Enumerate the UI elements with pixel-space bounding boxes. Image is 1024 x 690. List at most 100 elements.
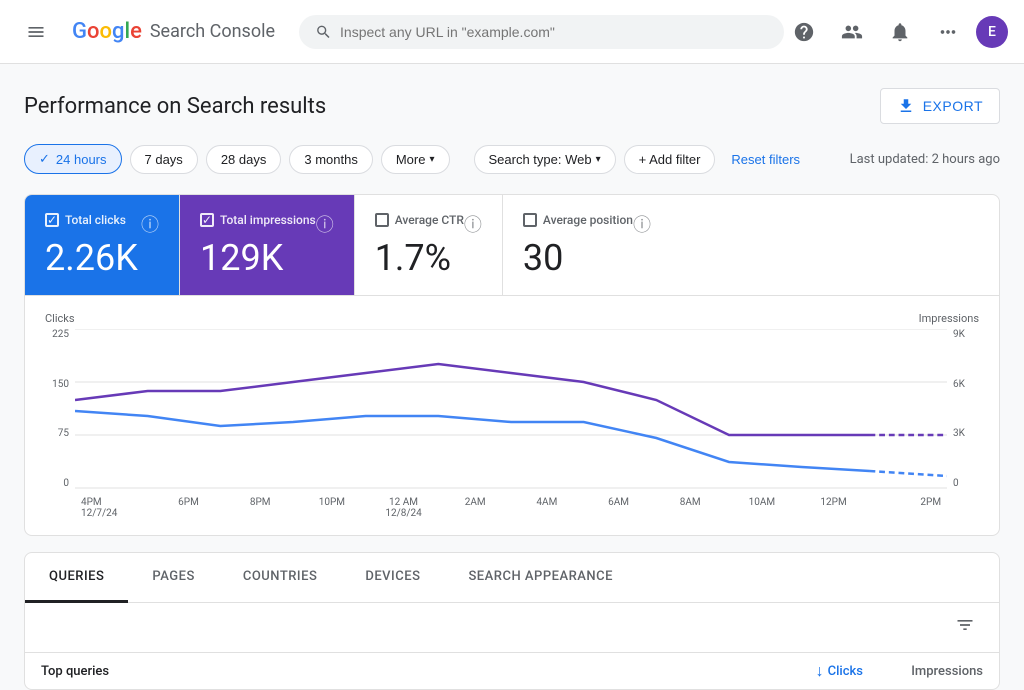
tabs-row: QUERIES PAGES COUNTRIES DEVICES SEARCH A… <box>25 553 999 603</box>
table-toolbar <box>25 603 999 653</box>
tab-search-appearance[interactable]: SEARCH APPEARANCE <box>444 553 637 603</box>
search-input[interactable] <box>340 24 768 40</box>
y-axis-right-ticks: 9K 6K 3K 0 <box>947 329 979 489</box>
col-header-queries: Top queries <box>41 664 743 679</box>
reset-label: Reset filters <box>731 152 800 167</box>
tab-devices[interactable]: DEVICES <box>341 553 444 603</box>
header: Google Search Console <box>0 0 1024 64</box>
page-title-row: Performance on Search results EXPORT <box>24 88 1000 124</box>
x-label-10pm: 10PM <box>296 497 368 519</box>
impressions-checkbox[interactable]: ✓ <box>200 213 214 227</box>
table-filter-icon[interactable] <box>947 611 983 644</box>
help-icon[interactable] <box>784 12 824 52</box>
filter-7days[interactable]: 7 days <box>130 145 198 174</box>
metric-total-impressions[interactable]: ✓ Total impressions ⓘ 129K <box>180 195 355 295</box>
filter-3months[interactable]: 3 months <box>289 145 372 174</box>
clicks-value: 2.26K <box>45 237 159 279</box>
y-left-tick-0: 0 <box>45 478 69 489</box>
page-title: Performance on Search results <box>24 94 326 119</box>
y-left-tick-225: 225 <box>45 329 69 340</box>
y-left-tick-75: 75 <box>45 428 69 439</box>
export-label: EXPORT <box>923 98 983 114</box>
metric-average-position[interactable]: Average position ⓘ 30 <box>503 195 671 295</box>
x-label-4pm: 4PM12/7/24 <box>81 497 153 519</box>
chart-area: Clicks Impressions 225 150 75 0 <box>25 296 999 535</box>
export-icon <box>897 97 915 115</box>
y-axis-left-label: Clicks <box>45 312 75 325</box>
chevron-down-icon: ▾ <box>429 154 434 165</box>
x-label-8pm: 8PM <box>224 497 296 519</box>
clicks-col-label: Clicks <box>828 664 863 679</box>
tab-countries[interactable]: COUNTRIES <box>219 553 342 603</box>
export-button[interactable]: EXPORT <box>880 88 1000 124</box>
ctr-info-icon[interactable]: ⓘ <box>464 211 482 237</box>
ctr-label: Average CTR <box>395 213 464 227</box>
metrics-row: ✓ Total clicks ⓘ 2.26K ✓ Total impressio… <box>25 195 999 296</box>
chart-svg <box>75 329 947 489</box>
search-bar[interactable] <box>299 15 784 49</box>
last-updated: Last updated: 2 hours ago <box>850 152 1000 167</box>
y-axis-right-label: Impressions <box>919 312 979 325</box>
apps-icon[interactable] <box>928 12 968 52</box>
header-actions: E <box>784 12 1008 52</box>
add-filter-button[interactable]: + Add filter <box>624 145 716 174</box>
position-checkbox[interactable] <box>523 213 537 227</box>
search-console-label: Search Console <box>150 21 275 42</box>
sort-down-icon: ↓ <box>816 661 824 681</box>
table-header: Top queries ↓ Clicks Impressions <box>25 653 999 689</box>
col-header-impressions[interactable]: Impressions <box>863 664 983 679</box>
x-axis-labels: 4PM12/7/24 6PM 8PM 10PM 12 AM12/8/24 2AM… <box>45 497 979 519</box>
x-label-6pm: 6PM <box>153 497 225 519</box>
y-right-tick-3k: 3K <box>953 428 979 439</box>
7days-label: 7 days <box>145 152 183 167</box>
tab-queries[interactable]: QUERIES <box>25 553 128 603</box>
metric-total-clicks[interactable]: ✓ Total clicks ⓘ 2.26K <box>25 195 180 295</box>
x-label-2am: 2AM <box>439 497 511 519</box>
notification-icon[interactable] <box>880 12 920 52</box>
tab-pages[interactable]: PAGES <box>128 553 218 603</box>
search-type-filter[interactable]: Search type: Web ▾ <box>474 145 616 174</box>
clicks-label: Total clicks <box>65 213 126 227</box>
y-right-tick-9k: 9K <box>953 329 979 340</box>
x-label-12pm: 12PM <box>798 497 870 519</box>
ctr-value: 1.7% <box>375 237 482 279</box>
28days-label: 28 days <box>221 152 267 167</box>
x-label-4am: 4AM <box>511 497 583 519</box>
filter-more[interactable]: More ▾ <box>381 145 450 174</box>
position-value: 30 <box>523 237 651 279</box>
filter-bar: ✓ 24 hours 7 days 28 days 3 months More … <box>24 144 1000 174</box>
3months-label: 3 months <box>304 152 357 167</box>
hours-label: 24 hours <box>56 152 107 167</box>
search-type-label: Search type: Web <box>489 152 592 167</box>
check-icon: ✓ <box>39 151 50 167</box>
menu-icon[interactable] <box>16 12 56 52</box>
chart-svg-container <box>75 329 947 493</box>
clicks-checkbox[interactable]: ✓ <box>45 213 59 227</box>
metric-average-ctr[interactable]: Average CTR ⓘ 1.7% <box>355 195 503 295</box>
tabs-section: QUERIES PAGES COUNTRIES DEVICES SEARCH A… <box>24 552 1000 690</box>
avatar[interactable]: E <box>976 16 1008 48</box>
y-left-tick-150: 150 <box>45 379 69 390</box>
y-right-tick-0: 0 <box>953 478 979 489</box>
filter-28days[interactable]: 28 days <box>206 145 282 174</box>
x-label-8am: 8AM <box>654 497 726 519</box>
position-label: Average position <box>543 213 633 227</box>
x-label-6am: 6AM <box>583 497 655 519</box>
users-icon[interactable] <box>832 12 872 52</box>
impressions-info-icon[interactable]: ⓘ <box>316 211 334 237</box>
reset-filters-button[interactable]: Reset filters <box>723 146 808 173</box>
y-right-tick-6k: 6K <box>953 379 979 390</box>
add-filter-label: + Add filter <box>639 152 701 167</box>
col-header-clicks[interactable]: ↓ Clicks <box>743 661 863 681</box>
filter-24hours[interactable]: ✓ 24 hours <box>24 144 122 174</box>
metrics-chart-container: ✓ Total clicks ⓘ 2.26K ✓ Total impressio… <box>24 194 1000 536</box>
logo: Google Search Console <box>72 19 275 44</box>
clicks-info-icon[interactable]: ⓘ <box>141 211 159 237</box>
x-label-2pm: 2PM <box>869 497 941 519</box>
x-label-10am: 10AM <box>726 497 798 519</box>
more-label: More <box>396 152 426 167</box>
ctr-checkbox[interactable] <box>375 213 389 227</box>
search-type-chevron-icon: ▾ <box>596 154 601 165</box>
position-info-icon[interactable]: ⓘ <box>633 211 651 237</box>
y-axis-left-ticks: 225 150 75 0 <box>45 329 75 489</box>
